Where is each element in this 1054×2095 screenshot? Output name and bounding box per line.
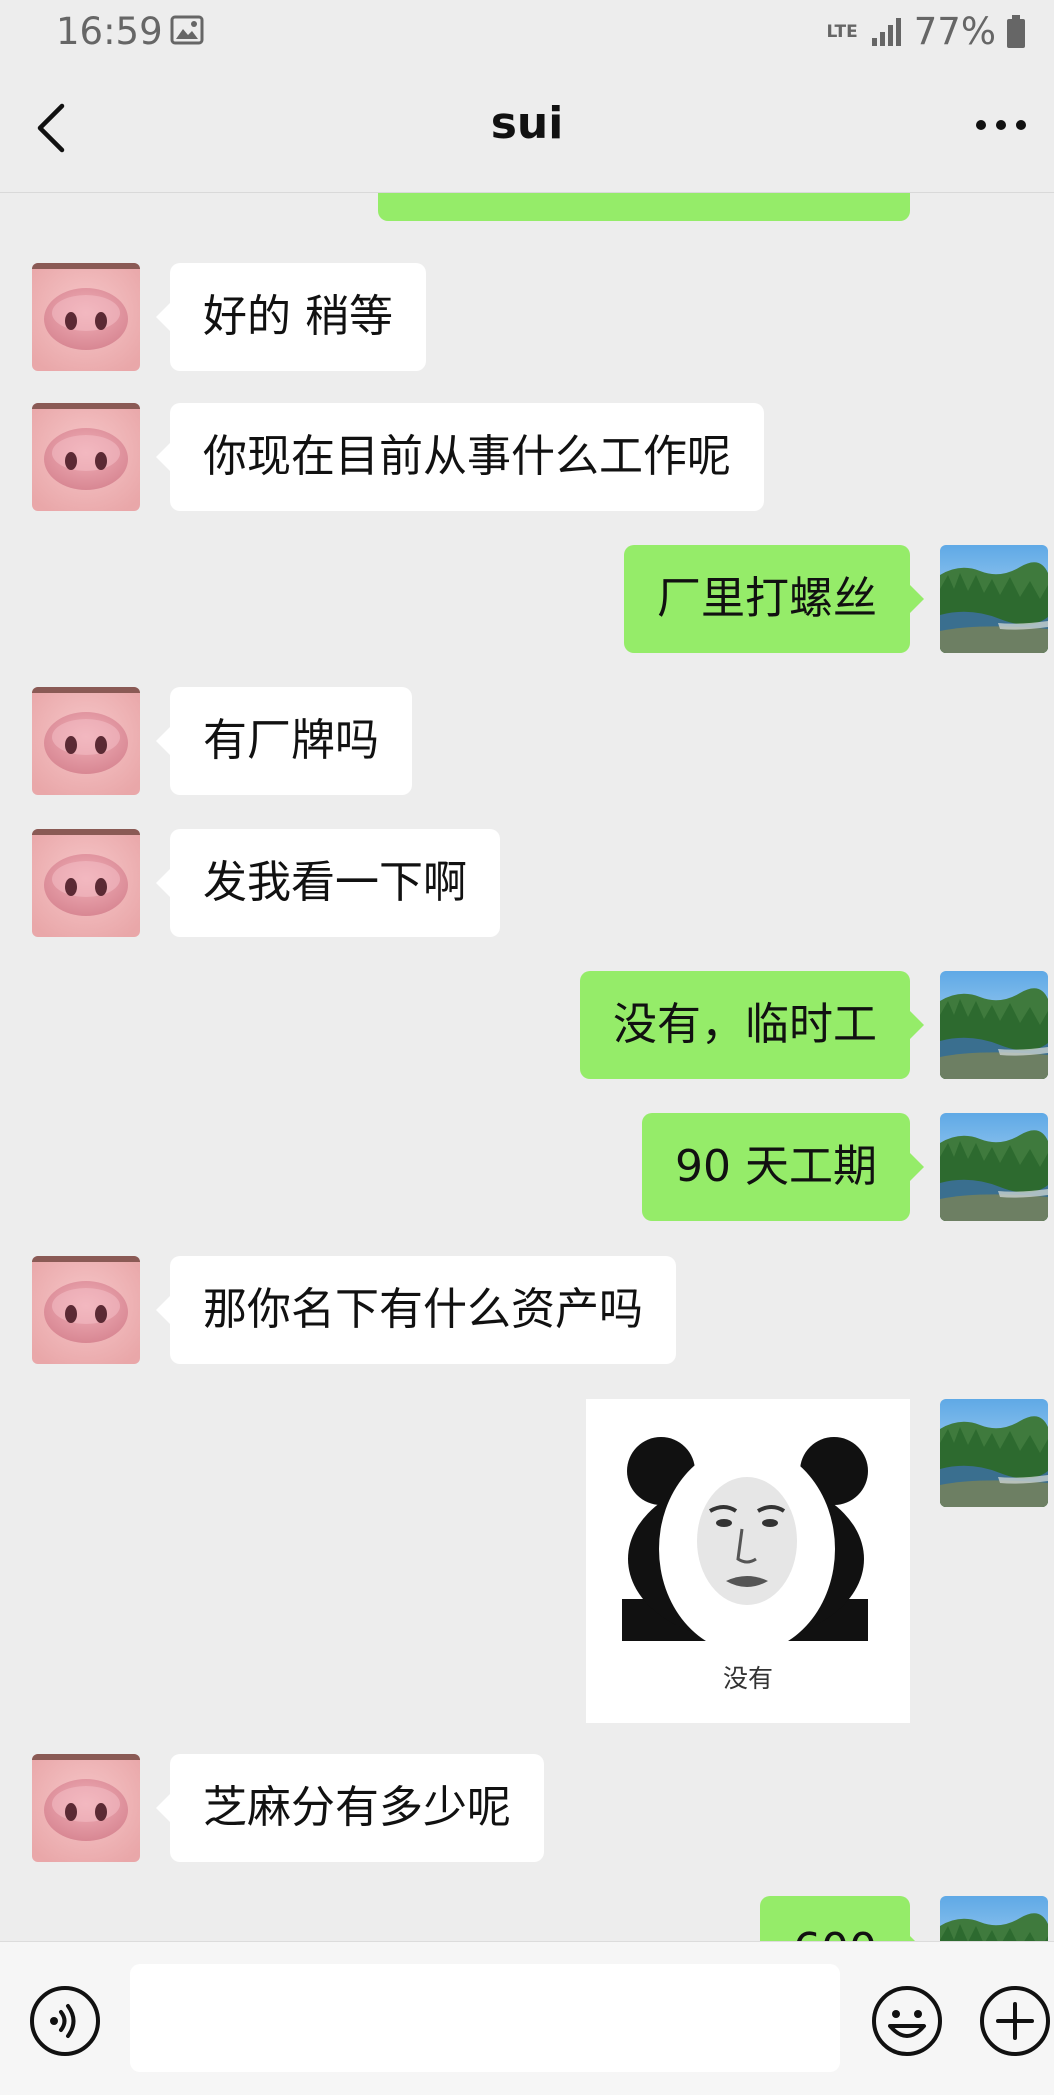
battery-percent: 77% [913,10,996,53]
message-list[interactable]: 好的 稍等 你现在目前从事什么工作呢 厂里打螺丝 有厂牌吗 发我看一下啊 没有，… [0,193,1054,1941]
message-input[interactable] [130,1964,840,2072]
message-bubble-outgoing[interactable]: 没有，临时工 [580,971,924,1079]
message-bubble-outgoing[interactable]: 90 天工期 [642,1113,924,1221]
message-bubble-outgoing[interactable]: 600 [760,1896,924,1941]
battery-icon [1007,14,1025,48]
sticker-caption: 没有 [722,1664,773,1693]
gallery-notification-icon [170,15,204,45]
message-bubble-outgoing-partial[interactable] [378,193,910,221]
contact-avatar[interactable] [32,1754,140,1862]
input-bar [0,1941,1054,2095]
status-bar: 16:59 LTE 77% [0,0,1054,64]
voice-icon[interactable] [28,1984,102,2058]
my-avatar[interactable] [940,971,1048,1079]
my-avatar[interactable] [940,1896,1048,1941]
message-bubble-incoming[interactable]: 有厂牌吗 [156,687,412,795]
message-bubble-incoming[interactable]: 发我看一下啊 [156,829,500,937]
contact-avatar[interactable] [32,687,140,795]
my-avatar[interactable] [940,1399,1048,1507]
emoji-icon[interactable] [870,1984,944,2058]
signal-icon [871,17,901,46]
message-bubble-incoming[interactable]: 芝麻分有多少呢 [156,1754,544,1862]
contact-avatar[interactable] [32,263,140,371]
sticker-message[interactable]: 没有 [586,1399,910,1723]
contact-avatar[interactable] [32,1256,140,1364]
chat-header: sui [0,64,1054,193]
status-right: LTE 77% [827,10,1026,53]
plus-icon[interactable] [978,1984,1052,2058]
network-label: LTE [826,21,858,42]
my-avatar[interactable] [940,545,1048,653]
message-bubble-incoming[interactable]: 那你名下有什么资产吗 [156,1256,676,1364]
my-avatar[interactable] [940,1113,1048,1221]
status-time: 16:59 [56,10,163,53]
message-bubble-incoming[interactable]: 好的 稍等 [156,263,426,371]
message-bubble-incoming[interactable]: 你现在目前从事什么工作呢 [156,403,764,511]
chat-title: sui [490,98,564,149]
contact-avatar[interactable] [32,829,140,937]
message-bubble-outgoing[interactable]: 厂里打螺丝 [624,545,924,653]
contact-avatar[interactable] [32,403,140,511]
more-icon[interactable] [974,118,1028,132]
